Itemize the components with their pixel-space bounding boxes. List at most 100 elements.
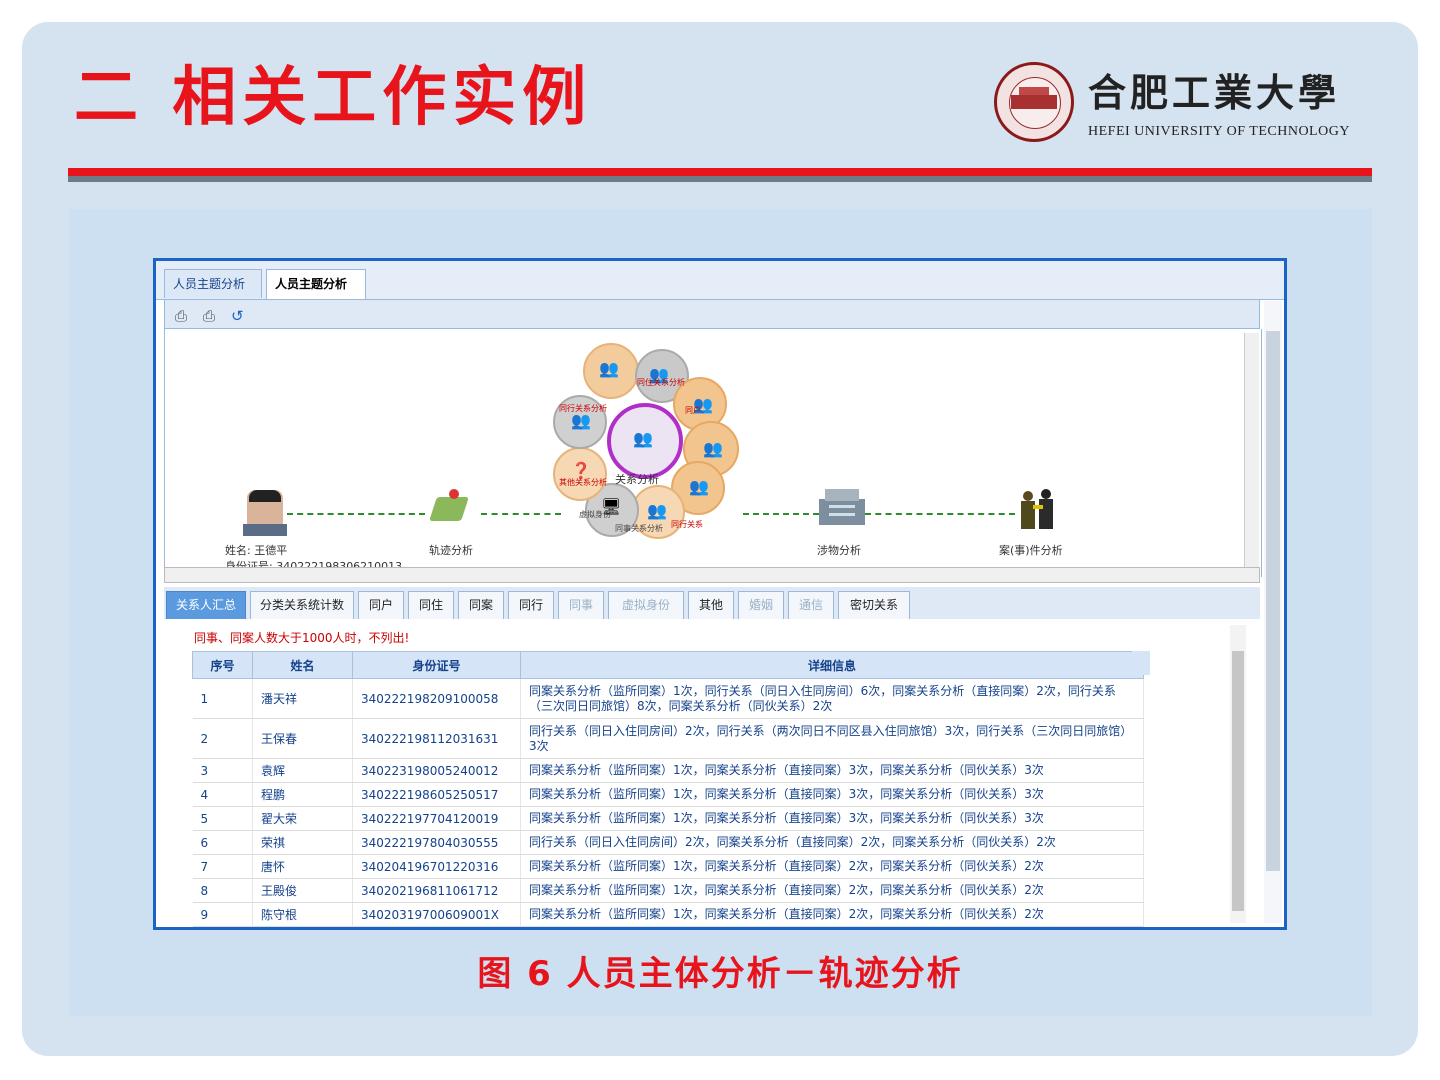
- cell-name: 唐怀: [252, 854, 353, 879]
- connector-line: [481, 513, 561, 515]
- cell-id: 340222197704120019: [352, 806, 521, 831]
- tab-travel-together[interactable]: 同行: [508, 591, 554, 619]
- refresh-icon[interactable]: ↺: [231, 307, 244, 325]
- cell-id: 340202196811061712: [352, 878, 521, 903]
- table-header-filler: [1132, 651, 1150, 675]
- cell-id: 340222197804030555: [352, 830, 521, 855]
- map-icon[interactable]: [429, 497, 469, 521]
- cell-id: 340222198112031631: [352, 718, 521, 759]
- tab-colleague[interactable]: 同事: [558, 591, 604, 619]
- table-row[interactable]: 1 潘天祥 340222198209100058 同案关系分析（监所同案）1次，…: [192, 678, 1144, 719]
- relation-diagram: 姓名: 王德平 身份证号: 340222198306210013 轨迹分析 👥 …: [164, 329, 1262, 577]
- tab-person-analysis-1[interactable]: 人员主题分析×: [164, 269, 262, 319]
- cell-detail: 同行关系（同日入住同房间）2次，同行关系（两次同日不同区县入住同旅馆）3次，同行…: [520, 718, 1144, 759]
- column-header[interactable]: 详细信息: [520, 651, 1144, 679]
- arrest-icon[interactable]: [1017, 487, 1059, 531]
- pin-icon: [449, 489, 459, 499]
- tab-relation-summary[interactable]: 关系人汇总: [166, 591, 246, 619]
- cell-name: 潘天祥: [252, 678, 353, 719]
- diagram-horizontal-scrollbar[interactable]: [164, 567, 1260, 583]
- bubble-label: 虚拟身份: [579, 510, 611, 519]
- cell-id: 340222198605250517: [352, 782, 521, 807]
- tab-close-relation[interactable]: 密切关系: [838, 591, 910, 619]
- tab-label: 人员主题分析: [275, 277, 348, 291]
- bubble-label: 同行关系: [671, 520, 703, 529]
- table-row[interactable]: 8 王殿俊 340202196811061712 同案关系分析（监所同案）1次，…: [192, 878, 1144, 903]
- table-scroll-thumb[interactable]: [1232, 651, 1244, 911]
- cell-index: 2: [192, 718, 253, 759]
- tab-label: 人员主题分析: [173, 277, 246, 291]
- cell-index: 3: [192, 758, 253, 783]
- print-icon[interactable]: ⎙: [175, 307, 187, 325]
- diagram-vertical-scrollbar[interactable]: [1244, 333, 1259, 569]
- tab-same-residence[interactable]: 同住: [408, 591, 454, 619]
- university-seal-logo: [994, 62, 1074, 142]
- bubble-label: 同住关系分析: [637, 378, 685, 387]
- table-row[interactable]: 2 王保春 340222198112031631 同行关系（同日入住同房间）2次…: [192, 718, 1144, 759]
- print-preview-icon[interactable]: ⎙: [203, 307, 215, 325]
- figure-caption: 图 6 人员主体分析－轨迹分析: [477, 954, 963, 994]
- node-track-label[interactable]: 轨迹分析: [429, 542, 473, 558]
- person-photo[interactable]: [243, 490, 287, 536]
- tab-virtual-identity[interactable]: 虚拟身份: [608, 591, 684, 619]
- title-divider-gray: [68, 176, 1372, 182]
- cell-name: 袁辉: [252, 758, 353, 783]
- tab-person-analysis-2[interactable]: 人员主题分析×: [266, 269, 366, 319]
- page-scroll-thumb[interactable]: [1266, 331, 1280, 871]
- node-goods-label[interactable]: 涉物分析: [817, 542, 861, 558]
- table-row[interactable]: 6 荣祺 340222197804030555 同行关系（同日入住同房间）2次，…: [192, 830, 1144, 855]
- bubble-label: 其他关系分析: [559, 478, 607, 487]
- people-icon: 👥: [689, 477, 709, 496]
- cell-detail: 同行关系（同日入住同房间）2次，同案关系分析（直接同案）2次，同案关系分析（同伙…: [520, 830, 1144, 855]
- cell-name: 程鹏: [252, 782, 353, 807]
- tab-communication[interactable]: 通信: [788, 591, 834, 619]
- cell-detail: 同案关系分析（监所同案）1次，同案关系分析（直接同案）2次，同案关系分析（同伙关…: [520, 854, 1144, 879]
- table-row[interactable]: 9 陈守根 34020319700609001X 同案关系分析（监所同案）1次，…: [192, 902, 1144, 927]
- cell-index: 6: [192, 830, 253, 855]
- cell-index: 9: [192, 902, 253, 927]
- cell-detail: 同案关系分析（监所同案）1次，同案关系分析（直接同案）3次，同案关系分析（同伙关…: [520, 758, 1144, 783]
- people-icon: 👥: [633, 429, 653, 448]
- cell-index: 5: [192, 806, 253, 831]
- cell-detail: 同案关系分析（监所同案）1次，同案关系分析（直接同案）3次，同案关系分析（同伙关…: [520, 782, 1144, 807]
- tab-other[interactable]: 其他: [688, 591, 734, 619]
- title-divider-red: [68, 168, 1372, 176]
- person-name: 姓名: 王德平: [225, 544, 288, 557]
- connector-line: [743, 513, 819, 515]
- tab-marriage[interactable]: 婚姻: [738, 591, 784, 619]
- cell-detail: 同案关系分析（监所同案）1次，同案关系分析（直接同案）2次，同案关系分析（同伙关…: [520, 902, 1144, 927]
- table-row[interactable]: 5 翟大荣 340222197704120019 同案关系分析（监所同案）1次，…: [192, 806, 1144, 831]
- cell-index: 7: [192, 854, 253, 879]
- people-icon: 👥: [599, 359, 619, 378]
- people-icon: 👥: [647, 501, 667, 520]
- column-header[interactable]: 身份证号: [352, 651, 521, 679]
- cell-name: 陈守根: [252, 902, 353, 927]
- bubble-label: 同户: [685, 406, 701, 415]
- relation-subtabs: 关系人汇总 分类关系统计数 同户 同住 同案 同行 同事 虚拟身份 其他 婚姻 …: [164, 587, 1260, 619]
- cell-name: 荣祺: [252, 830, 353, 855]
- cell-index: 8: [192, 878, 253, 903]
- table-row[interactable]: 7 唐怀 340204196701220316 同案关系分析（监所同案）1次，同…: [192, 854, 1144, 879]
- node-case-label[interactable]: 案(事)件分析: [999, 542, 1063, 558]
- notice-text: 同事、同案人数大于1000人时，不列出!: [194, 631, 410, 645]
- tab-bar: 人员主题分析× 人员主题分析×: [156, 261, 1284, 319]
- slide-title: 二 相关工作实例: [74, 61, 593, 135]
- relation-bubble-cluster[interactable]: 👥 👥 👥 👥 👥 👥 👥 🖥 ❓ 👥 关系分析 同住关系分析 同行关系分析 其…: [553, 343, 749, 539]
- column-header[interactable]: 姓名: [252, 651, 353, 679]
- tab-category-stats[interactable]: 分类关系统计数: [250, 591, 354, 619]
- column-header[interactable]: 序号: [192, 651, 253, 679]
- cell-id: 340222198209100058: [352, 678, 521, 719]
- cell-index: 1: [192, 678, 253, 719]
- relation-table: 序号 姓名 身份证号 详细信息 1 潘天祥 340222198209100058…: [192, 651, 1144, 927]
- tab-same-case[interactable]: 同案: [458, 591, 504, 619]
- building-icon[interactable]: [819, 489, 865, 525]
- bubble-label: 同行关系分析: [559, 404, 607, 413]
- cell-name: 翟大荣: [252, 806, 353, 831]
- cell-index: 4: [192, 782, 253, 807]
- university-name-en: HEFEI UNIVERSITY OF TECHNOLOGY: [1088, 124, 1350, 139]
- tab-same-household[interactable]: 同户: [358, 591, 404, 619]
- table-row[interactable]: 4 程鹏 340222198605250517 同案关系分析（监所同案）1次，同…: [192, 782, 1144, 807]
- cell-name: 王殿俊: [252, 878, 353, 903]
- table-row[interactable]: 3 袁辉 340223198005240012 同案关系分析（监所同案）1次，同…: [192, 758, 1144, 783]
- people-icon: 👥: [571, 411, 591, 430]
